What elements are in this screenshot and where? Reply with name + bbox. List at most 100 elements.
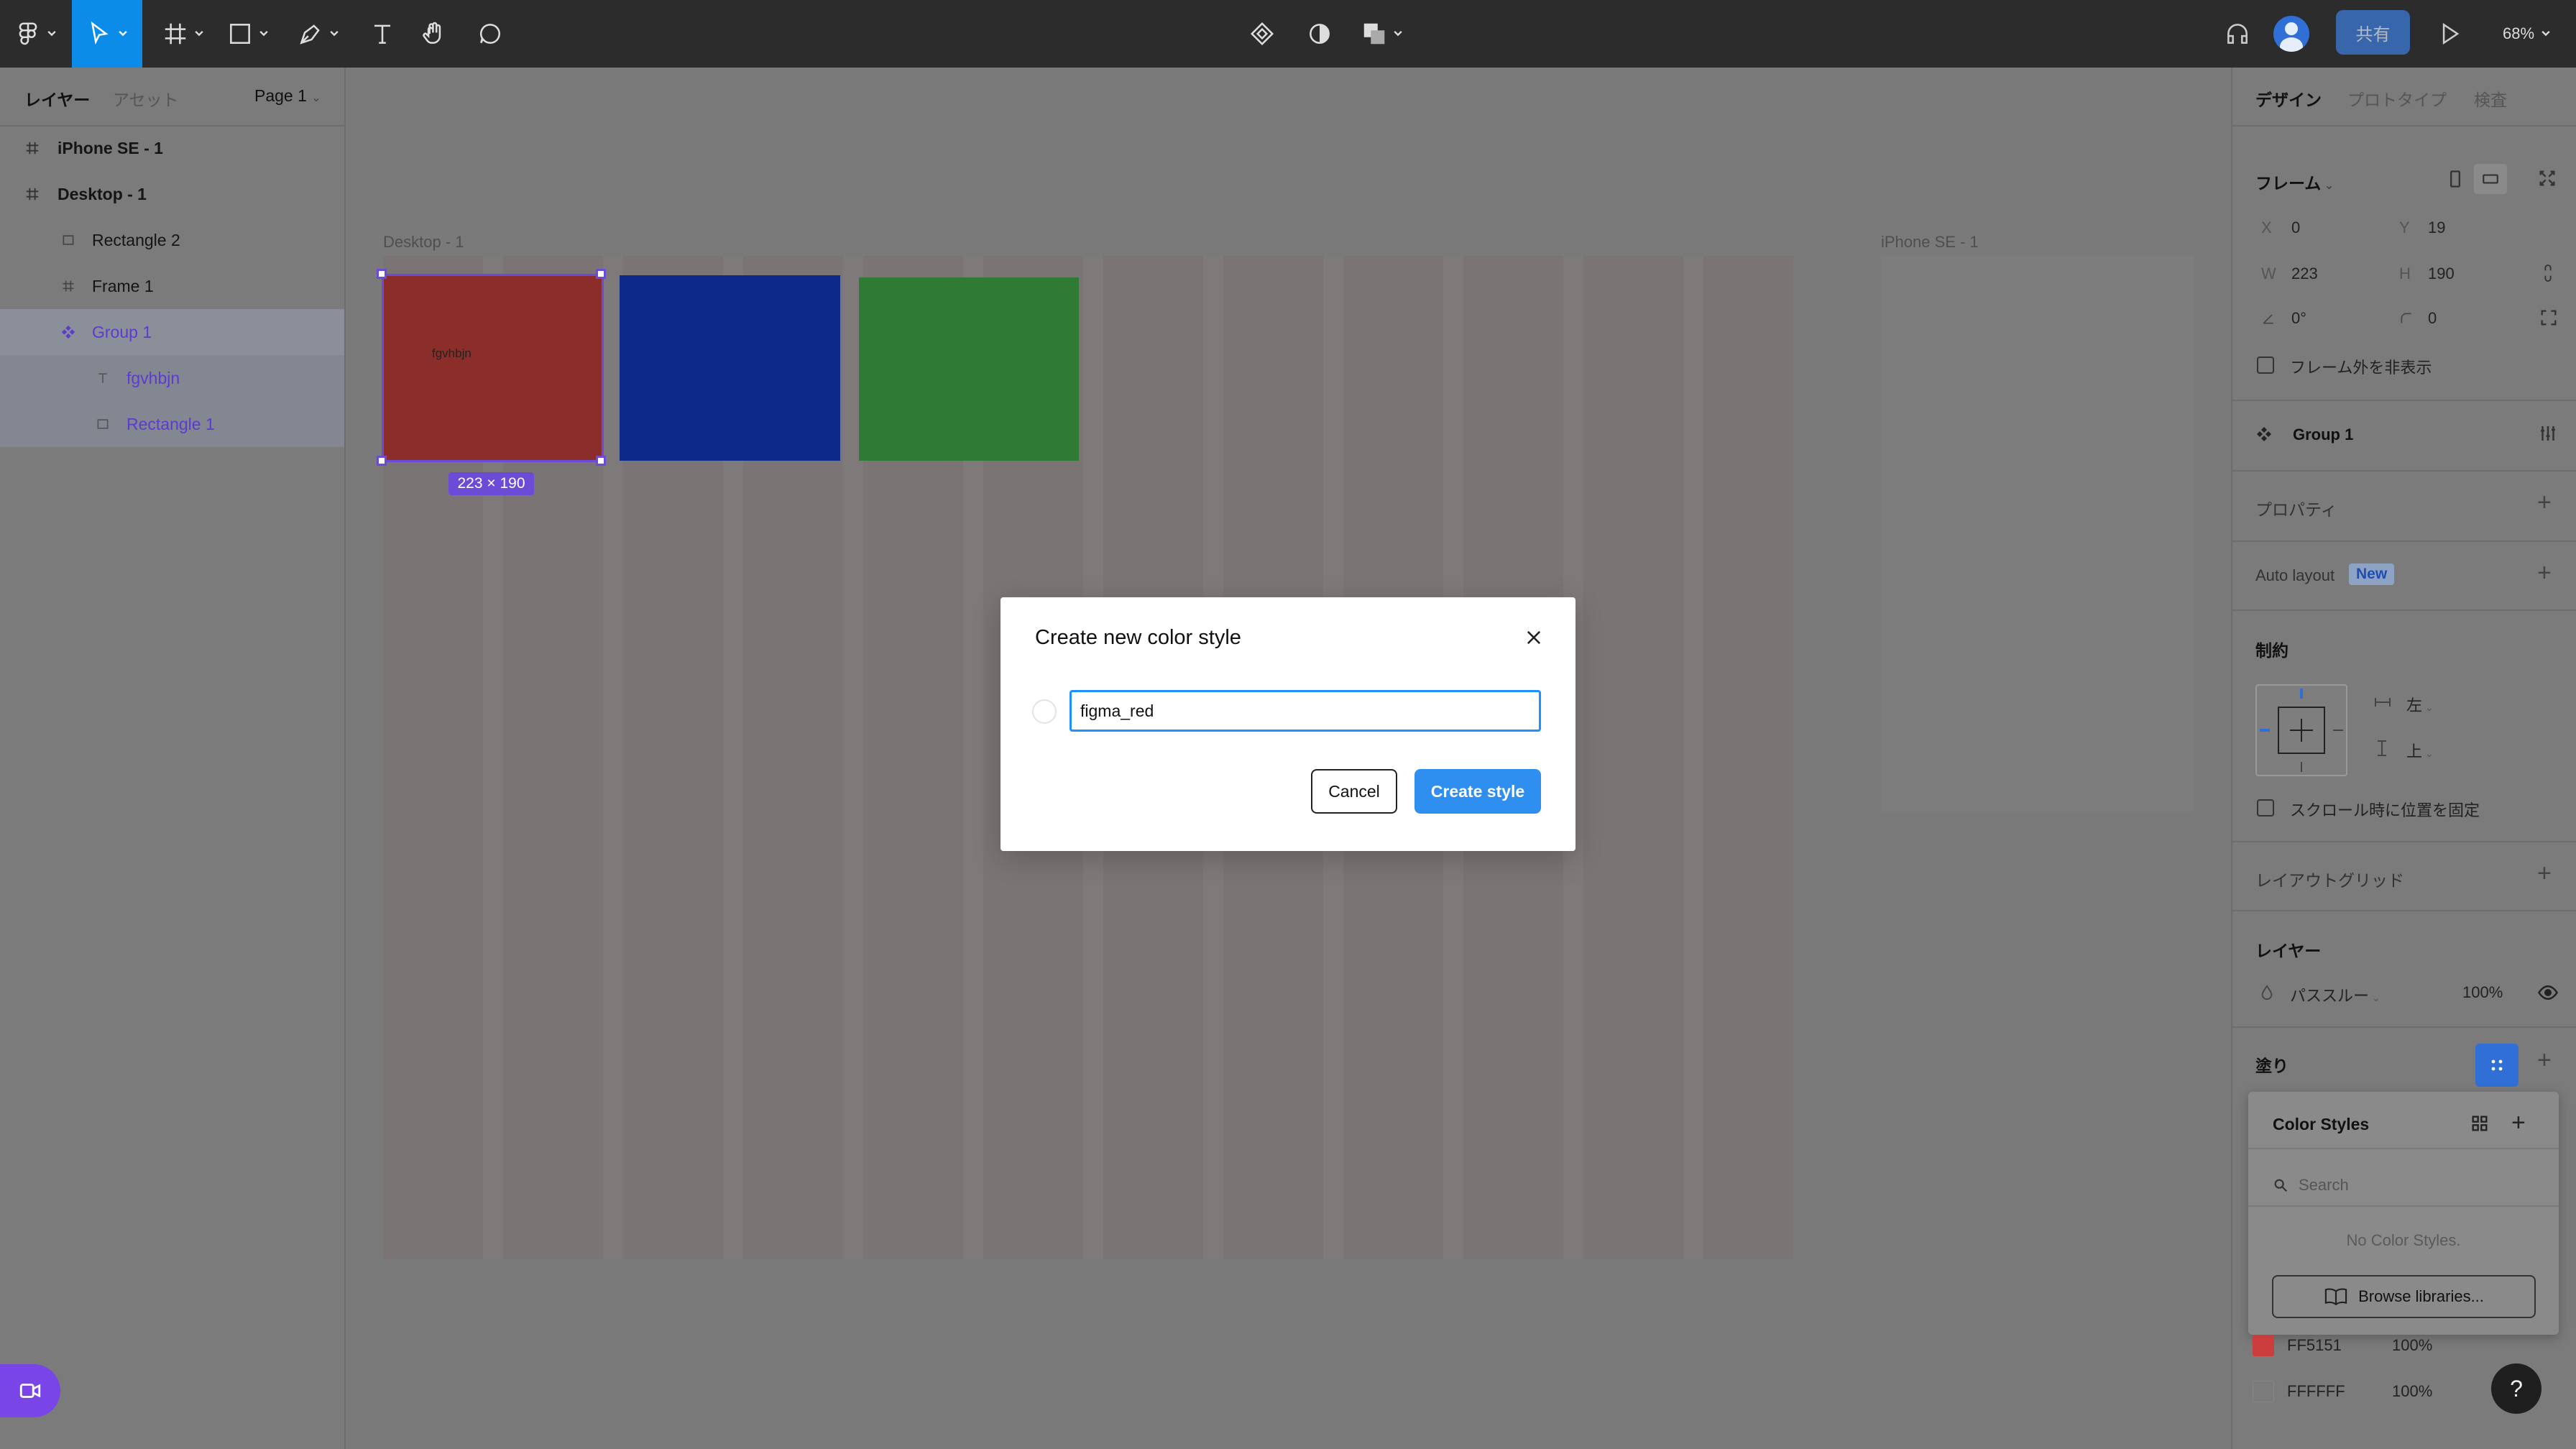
vertical-constraint-select[interactable]: 上 ⌄ <box>2406 739 2434 762</box>
zoom-value: 68% <box>2503 24 2535 42</box>
radius-input[interactable]: 0 <box>2428 309 2437 328</box>
add-property-button[interactable]: + <box>2537 490 2552 515</box>
tab-assets[interactable]: アセット <box>113 86 179 111</box>
resize-handle[interactable] <box>377 456 387 466</box>
divider <box>2248 1205 2559 1207</box>
green-rectangle[interactable] <box>859 277 1079 461</box>
blue-rectangle[interactable] <box>620 275 840 461</box>
chevron-down-icon: ⌄ <box>311 92 321 104</box>
fix-scroll-checkbox[interactable] <box>2257 799 2274 816</box>
fill-row[interactable]: FF5151 100% <box>2253 1331 2554 1360</box>
constraint-widget[interactable] <box>2255 684 2347 776</box>
browse-libraries-button[interactable]: Browse libraries... <box>2272 1275 2536 1318</box>
record-video-button[interactable] <box>0 1364 60 1417</box>
blend-mode-select[interactable]: パススルー ⌄ <box>2290 983 2380 1006</box>
frame-tool[interactable] <box>158 0 208 68</box>
tab-layers[interactable]: レイヤー <box>24 86 90 111</box>
add-layout-grid-button[interactable]: + <box>2537 861 2552 886</box>
vertical-constraint-icon <box>2375 739 2389 762</box>
w-input[interactable]: 223 <box>2291 264 2318 283</box>
add-style-button[interactable]: + <box>2511 1109 2526 1137</box>
x-input[interactable]: 0 <box>2291 218 2300 237</box>
style-picker-button[interactable] <box>2475 1044 2518 1087</box>
layer-row[interactable]: Desktop - 1 <box>0 171 344 217</box>
style-name-input[interactable] <box>1070 690 1541 732</box>
rotation-input[interactable]: 0° <box>2291 309 2306 328</box>
color-swatch[interactable] <box>2253 1335 2274 1356</box>
help-button[interactable]: ? <box>2491 1363 2542 1414</box>
comment-tool[interactable] <box>469 0 512 68</box>
pen-tool[interactable] <box>293 0 344 68</box>
layer-row-selected[interactable]: Group 1 <box>0 309 344 355</box>
text-tool[interactable] <box>361 0 404 68</box>
frame-section-title[interactable]: フレーム ⌄ <box>2255 170 2334 194</box>
style-search[interactable]: Search <box>2273 1176 2349 1195</box>
adjust-icon[interactable] <box>2537 423 2559 448</box>
grid-view-icon[interactable] <box>2470 1113 2490 1138</box>
h-input[interactable]: 190 <box>2428 264 2455 283</box>
layer-row[interactable]: iPhone SE - 1 <box>0 125 344 171</box>
grid-column <box>1703 256 1793 1259</box>
search-icon <box>2274 1179 2288 1192</box>
tab-prototype[interactable]: プロトタイプ <box>2347 86 2447 111</box>
tab-inspect[interactable]: 検査 <box>2474 86 2507 111</box>
color-swatch[interactable] <box>2253 1381 2274 1402</box>
dialog-title: Create new color style <box>1035 626 1241 649</box>
page-selector[interactable]: Page 1 ⌄ <box>254 86 321 106</box>
selection-box <box>382 274 604 462</box>
move-tool[interactable] <box>72 0 142 68</box>
play-icon[interactable] <box>2428 0 2471 68</box>
create-style-button[interactable]: Create style <box>1414 769 1541 814</box>
eye-icon[interactable] <box>2537 982 2559 1008</box>
shape-icon <box>230 24 250 44</box>
avatar[interactable] <box>2273 16 2309 52</box>
hand-tool[interactable] <box>413 0 456 68</box>
layer-name: Frame 1 <box>92 276 154 295</box>
close-button[interactable] <box>1519 623 1548 652</box>
headphones-icon[interactable] <box>2215 0 2260 68</box>
divider <box>2232 841 2576 842</box>
horizontal-constraint-select[interactable]: 左 ⌄ <box>2406 693 2434 716</box>
resize-to-fit-icon[interactable] <box>2537 168 2557 193</box>
frame-label-desktop[interactable]: Desktop - 1 <box>383 233 464 252</box>
layer-row[interactable]: Rectangle 1 <box>0 401 344 447</box>
portrait-icon[interactable] <box>2445 168 2465 194</box>
vertical-constraint-value: 上 <box>2406 742 2423 760</box>
cancel-button[interactable]: Cancel <box>1311 769 1397 814</box>
fill-hex[interactable]: FF5151 <box>2287 1336 2392 1355</box>
auto-layout-title: Auto layout <box>2255 566 2335 584</box>
shape-tool[interactable] <box>223 0 273 68</box>
layer-row[interactable]: Rectangle 2 <box>0 217 344 263</box>
independent-corners-icon[interactable] <box>2539 308 2559 332</box>
component-name[interactable]: Group 1 <box>2293 426 2353 444</box>
add-auto-layout-button[interactable]: + <box>2537 561 2552 585</box>
fill-hex[interactable]: FFFFFF <box>2287 1382 2392 1401</box>
fill-opacity[interactable]: 100% <box>2392 1382 2432 1401</box>
corner-radius-icon <box>2399 310 2414 330</box>
fill-opacity[interactable]: 100% <box>2392 1336 2432 1355</box>
clip-content-checkbox[interactable] <box>2257 356 2274 374</box>
boolean-tool[interactable] <box>1357 0 1407 68</box>
component-tool[interactable] <box>1241 0 1284 68</box>
layer-opacity-input[interactable]: 100% <box>2462 983 2503 1002</box>
zoom-menu[interactable]: 68% <box>2503 0 2552 68</box>
layer-row[interactable]: fgvhbjn <box>0 355 344 401</box>
frame-label-iphone[interactable]: iPhone SE - 1 <box>1881 233 1979 252</box>
color-styles-popup: Color Styles + Search No Color Styles. B… <box>2248 1092 2559 1335</box>
landscape-icon[interactable] <box>2474 164 2507 194</box>
y-input[interactable]: 19 <box>2428 218 2445 237</box>
iphone-frame[interactable] <box>1881 256 2194 811</box>
layer-row[interactable]: Frame 1 <box>0 263 344 309</box>
share-button[interactable]: 共有 <box>2336 10 2410 55</box>
text-icon <box>374 24 391 44</box>
figma-menu-icon[interactable] <box>13 0 59 68</box>
mask-tool[interactable] <box>1298 0 1341 68</box>
resize-handle[interactable] <box>596 269 606 279</box>
constrain-proportions-icon[interactable] <box>2540 262 2556 289</box>
add-fill-button[interactable]: + <box>2537 1048 2552 1072</box>
tab-design[interactable]: デザイン <box>2255 86 2322 111</box>
resize-handle[interactable] <box>377 269 387 279</box>
style-color-preview[interactable] <box>1032 699 1057 724</box>
component-icon <box>1250 22 1274 46</box>
resize-handle[interactable] <box>596 456 606 466</box>
